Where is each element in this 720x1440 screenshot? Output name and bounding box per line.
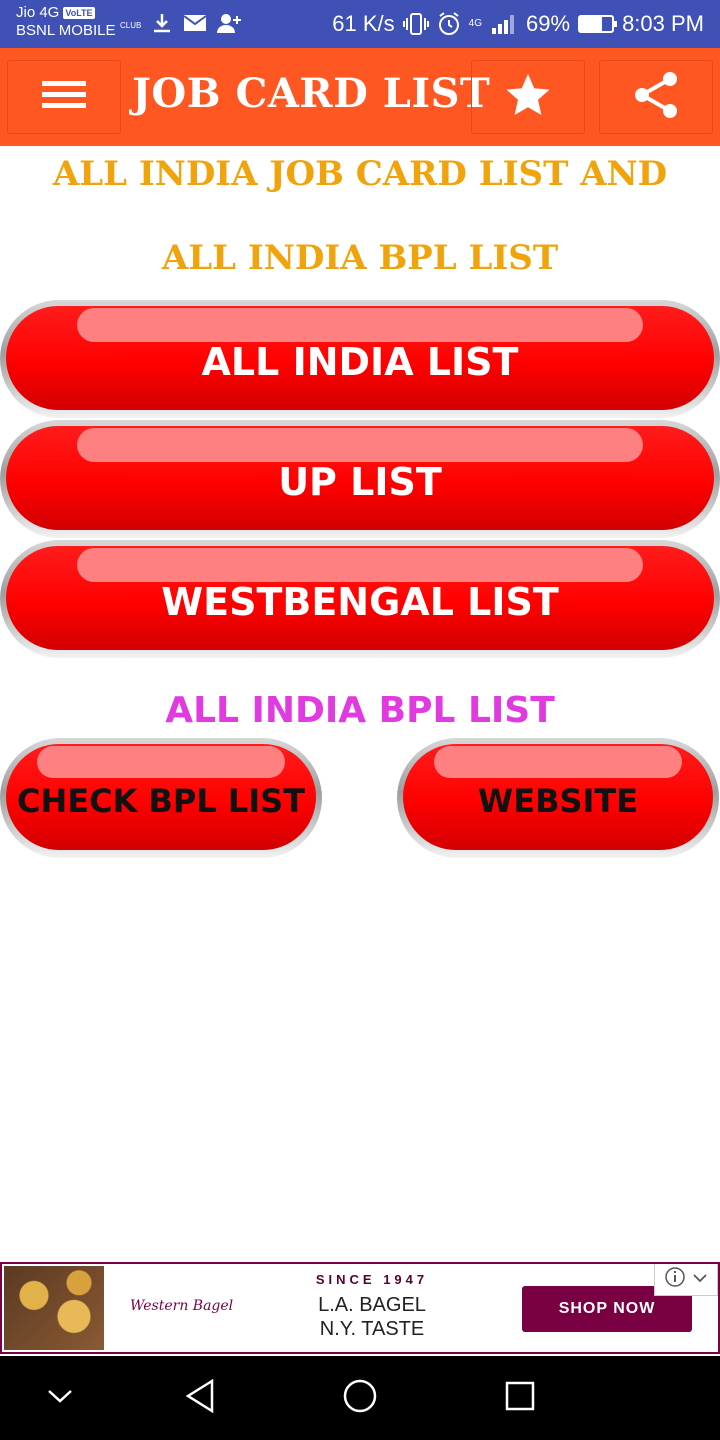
bpl-section-title: ALL INDIA BPL LIST <box>165 690 555 731</box>
vibrate-icon <box>402 12 429 36</box>
status-bar: Jio 4G VoLTE BSNL MOBILE CLUB 61 K/s 4G <box>0 0 720 48</box>
mail-icon <box>183 13 207 38</box>
heading-bpl-list: ALL INDIA BPL LIST <box>161 238 559 278</box>
ad-banner[interactable]: Western Bagel SINCE 1947 L.A. BAGEL N.Y.… <box>0 1262 720 1354</box>
club-icon: CLUB <box>120 21 142 30</box>
battery-level <box>580 17 603 31</box>
battery-icon <box>578 15 618 33</box>
button-face: WEBSITE <box>403 744 713 850</box>
button-shine <box>76 308 644 342</box>
button-shine <box>434 746 682 778</box>
button-face: CHECK BPL LIST <box>6 744 316 850</box>
share-button[interactable] <box>599 60 713 134</box>
rate-button[interactable] <box>471 60 585 134</box>
volte-badge: VoLTE <box>63 7 95 19</box>
button-shine <box>76 548 644 582</box>
network-type-icon: 4G <box>469 19 482 29</box>
button-face: UP LIST <box>6 426 714 530</box>
website-button[interactable]: WEBSITE <box>397 738 719 858</box>
heading-job-card-list: ALL INDIA JOB CARD LIST AND <box>52 154 668 194</box>
westbengal-list-label: WESTBENGAL LIST <box>161 580 559 624</box>
ad-since: SINCE 1947 <box>315 1272 429 1287</box>
button-face: WESTBENGAL LIST <box>6 546 714 650</box>
button-shine <box>37 746 285 778</box>
ad-choices-button[interactable] <box>654 1264 718 1296</box>
button-face: ALL INDIA LIST <box>6 306 714 410</box>
website-label: WEBSITE <box>477 782 639 820</box>
menu-icon <box>42 79 86 116</box>
app-title: JOB CARD LIST <box>132 70 491 117</box>
home-button[interactable] <box>340 1378 380 1418</box>
add-contact-icon <box>217 12 242 39</box>
menu-button[interactable] <box>7 60 121 134</box>
chevron-down-icon <box>46 1387 74 1410</box>
notification-icons: CLUB <box>120 12 242 39</box>
navigation-bar <box>0 1356 720 1440</box>
system-status: 61 K/s 4G 69% 8:03 PM <box>332 0 704 48</box>
info-icon <box>664 1266 686 1293</box>
recent-apps-icon <box>504 1380 536 1417</box>
network-type: 4G <box>468 18 483 29</box>
recent-apps-button[interactable] <box>500 1378 540 1418</box>
back-icon <box>184 1378 216 1419</box>
ad-brand: Western Bagel <box>130 1298 234 1314</box>
chevron-down-icon <box>692 1271 708 1289</box>
signal-icon <box>490 12 518 36</box>
carrier-info: Jio 4G VoLTE BSNL MOBILE <box>16 4 115 40</box>
ad-food-image <box>4 1266 104 1350</box>
app-bar: JOB CARD LIST <box>0 48 720 146</box>
all-india-list-button[interactable]: ALL INDIA LIST <box>0 300 720 418</box>
ad-tagline-2: N.Y. TASTE <box>319 1318 425 1340</box>
download-icon <box>151 12 173 39</box>
battery-percent: 69% <box>526 11 571 36</box>
all-india-list-label: ALL INDIA LIST <box>201 340 519 384</box>
up-list-label: UP LIST <box>278 460 442 504</box>
check-bpl-list-button[interactable]: CHECK BPL LIST <box>0 738 322 858</box>
check-bpl-list-label: CHECK BPL LIST <box>16 782 306 820</box>
clock: 8:03 PM <box>622 11 704 36</box>
net-speed: 61 K/s <box>332 11 395 36</box>
star-icon <box>504 72 552 123</box>
back-button[interactable] <box>180 1378 220 1418</box>
hide-nav-button[interactable] <box>40 1378 80 1418</box>
carrier-jio: Jio 4G <box>16 4 60 21</box>
button-shine <box>76 428 644 462</box>
westbengal-list-button[interactable]: WESTBENGAL LIST <box>0 540 720 658</box>
carrier-bsnl: BSNL MOBILE <box>16 22 116 39</box>
home-icon <box>342 1378 378 1419</box>
alarm-icon <box>437 12 461 36</box>
share-icon <box>632 70 680 125</box>
ad-tagline-1: L.A. BAGEL <box>318 1294 426 1316</box>
up-list-button[interactable]: UP LIST <box>0 420 720 538</box>
